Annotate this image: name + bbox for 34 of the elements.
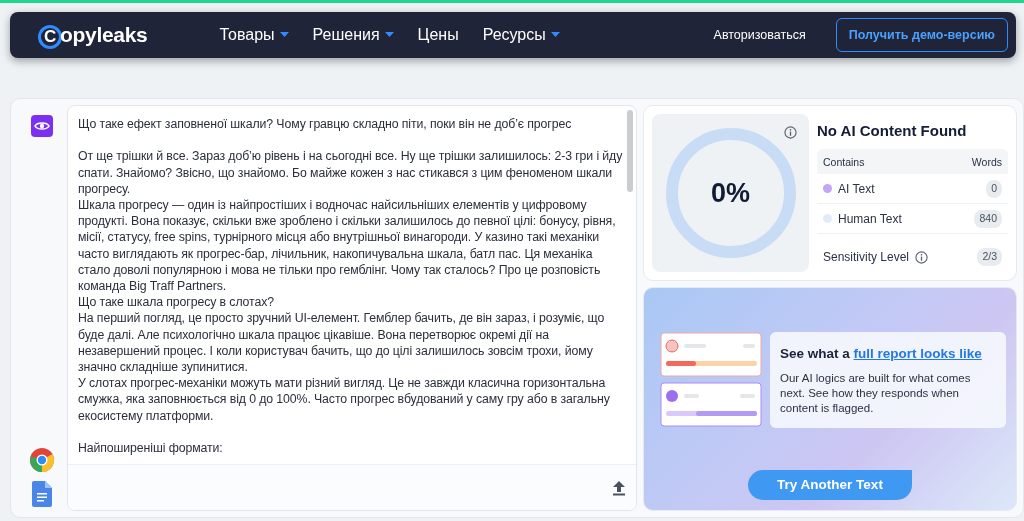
sensitivity-label: Sensitivity Level [823,249,910,267]
column-header: Words [971,154,1002,170]
nav-menu-item[interactable]: Решения [312,23,394,47]
info-icon[interactable] [784,126,797,139]
scrollbar[interactable] [627,110,633,192]
nav-menu-item[interactable]: Ресурсы [482,23,560,47]
info-icon[interactable] [915,250,929,264]
column-header: Contains [823,154,865,170]
upload-icon[interactable] [612,479,626,496]
report-link[interactable]: full report looks like [853,346,982,362]
text-paragraph: Що таке шкала прогресу в слотах? [78,294,275,311]
promo-text: Our AI logics are built for what comes next. See how they responds when content is flagged. [780,370,972,416]
text-paragraph: Шкала прогресу — один із найпростіших і водночас найсильніших елементів у цифровому продукті. Вона показує, скільки вже зроблено і скільки залишилось до певної цілі: бонусу, рівня, місії, статусу, free spins, турнірного місця або внутрішньої винагороди. У казино такі механіки часто виглядають як прогрес-бар, лічильник, накопичувальна шкала, батл пас. Ця механіка стало доволі популярною і мова не тільки про гемблінг. Чому так сталось? Про це розповість команда Big Traff Partners. [78,197,617,295]
text-paragraph: У слотах прогрес-механіки можуть мати різний вигляд. Це не завжди класична горизонтальна смужка, яка заповнюється від 0 до 100%. Часто прогрес вбудований у саму гру або в загальну екосистему платформи. [78,375,611,424]
eye-icon[interactable] [31,115,53,137]
score-percent: 0% [711,176,750,210]
word-count: 0 [986,179,1002,198]
text-paragraph: На перший погляд, це просто зручний UI-елемент. Гемблер бачить, де він зараз, і розуміє, що буде далі. Але психологічно шкала працює цікавіше. Вона перетворює окремі дії на незавершений процес. І коли користувач бачить, що до цілі залишилось зовсім трохи, йому значно складніше зупинитися. [78,310,606,376]
document-icon[interactable] [32,481,52,507]
word-count: 840 [974,209,1002,228]
result-title: No AI Content Found [817,121,968,141]
sensitivity-value: 2/3 [977,248,1002,267]
chrome-icon[interactable] [29,447,55,473]
nav-menu-item[interactable]: Цены [417,23,459,47]
row-label: AI Text [838,180,875,198]
promo-title: See what a [780,346,850,362]
text-paragraph: Найпоширеніші формати: [78,440,224,457]
demo-button[interactable]: Получить демо-версию [835,17,1008,53]
login-link[interactable]: Авторизоваться [707,24,812,46]
text-paragraph: От ще трішки й все. Зараз доб’ю рівень і на сьогодні все. Ну ще трішки залишилось: 2-3 гри і йду спати. Знайомо? Звісно, що знайомо. Бо майже кожен з нас стикався з цим феноменом шкали прогресу. [78,148,624,197]
row-label: Human Text [838,210,902,228]
text-input-field[interactable] [67,105,637,511]
text-paragraph: Що таке ефект заповненої шкали? Чому гравцю складно піти, поки він не доб’є прогрес [78,116,573,133]
nav-menu-item[interactable]: Товары [219,23,289,47]
